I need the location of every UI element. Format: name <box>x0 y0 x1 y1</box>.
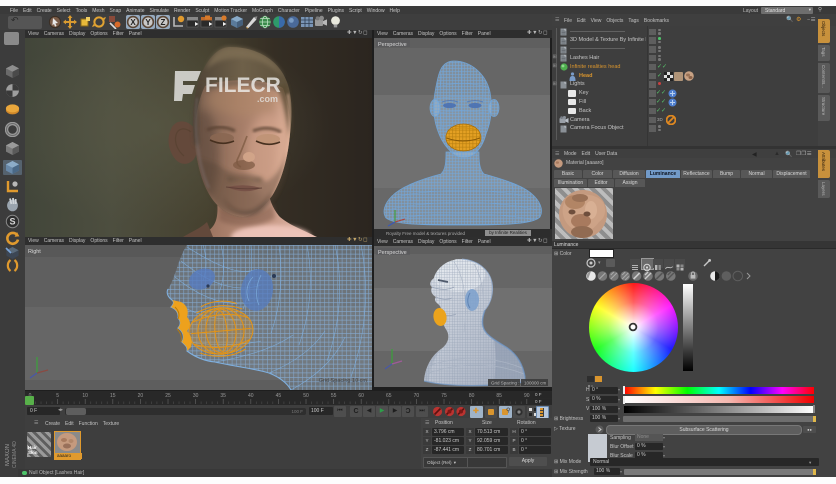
svg-text:45: 45 <box>276 393 282 399</box>
svg-text:5: 5 <box>56 393 59 399</box>
svg-text:30: 30 <box>193 393 199 399</box>
svg-text:100000 cm: 100000 cm <box>524 381 547 386</box>
svg-text:S: S <box>9 217 15 227</box>
svg-text:65: 65 <box>386 393 392 399</box>
svg-text:X: X <box>130 18 136 27</box>
svg-text:75: 75 <box>441 393 447 399</box>
svg-text:Perspective: Perspective <box>378 250 407 256</box>
svg-text:Grid Spacing 10 cm: Grid Spacing 10 cm <box>319 378 368 384</box>
svg-text:25: 25 <box>165 393 171 399</box>
svg-text:10: 10 <box>82 393 88 399</box>
svg-text:Grid Spacing :: Grid Spacing : <box>491 381 520 386</box>
svg-text:90: 90 <box>524 393 530 399</box>
svg-text:60: 60 <box>358 393 364 399</box>
svg-text:Perspective: Perspective <box>378 42 407 48</box>
svg-text:50: 50 <box>303 393 309 399</box>
svg-text:85: 85 <box>496 393 502 399</box>
svg-text:.com: .com <box>257 94 278 104</box>
svg-text:70: 70 <box>414 393 420 399</box>
svg-text:35: 35 <box>220 393 226 399</box>
svg-text:55: 55 <box>331 393 337 399</box>
svg-text:Z: Z <box>161 18 166 27</box>
svg-text:80: 80 <box>469 393 475 399</box>
svg-text:Y: Y <box>145 18 151 27</box>
svg-text:40: 40 <box>248 393 254 399</box>
svg-text:Right: Right <box>28 249 41 255</box>
svg-text:20: 20 <box>138 393 144 399</box>
svg-text:15: 15 <box>110 393 116 399</box>
